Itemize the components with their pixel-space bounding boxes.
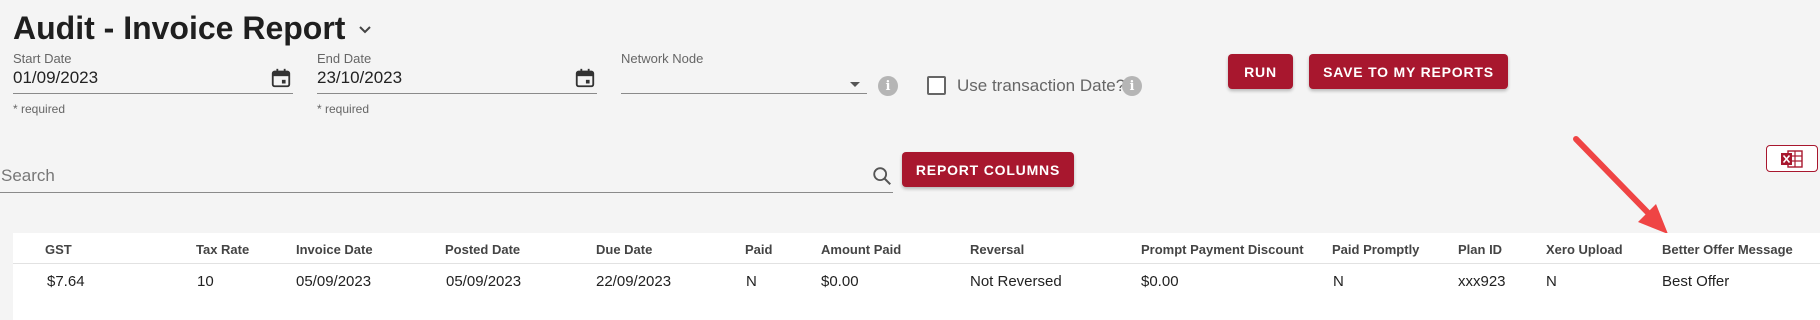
start-date-field[interactable]: Start Date 01/09/2023 * required [13, 51, 293, 121]
end-date-hint: * required [317, 102, 370, 116]
column-header-paid-promptly[interactable]: Paid Promptly [1332, 242, 1419, 257]
end-date-value[interactable]: 23/10/2023 [317, 68, 402, 88]
column-header-posted-date[interactable]: Posted Date [445, 242, 520, 257]
search-input[interactable]: Search [1, 166, 55, 186]
cell-tax-rate: 10 [197, 273, 214, 290]
use-transaction-date-label[interactable]: Use transaction Date? [957, 76, 1125, 96]
dropdown-arrow-icon[interactable] [849, 81, 861, 89]
column-header-prompt-payment-discount[interactable]: Prompt Payment Discount [1141, 242, 1304, 257]
column-header-tax-rate[interactable]: Tax Rate [196, 242, 249, 257]
start-date-label: Start Date [13, 51, 72, 66]
column-header-amount-paid[interactable]: Amount Paid [821, 242, 901, 257]
network-node-underline [621, 93, 867, 94]
start-date-hint: * required [13, 102, 66, 116]
calendar-icon[interactable] [270, 67, 292, 89]
cell-invoice-date: 05/09/2023 [296, 273, 372, 290]
info-icon[interactable]: i [1122, 76, 1142, 96]
cell-due-date: 22/09/2023 [596, 273, 672, 290]
column-header-gst[interactable]: GST [45, 242, 72, 257]
column-header-due-date[interactable]: Due Date [596, 242, 652, 257]
page-title-container[interactable]: Audit - Invoice Report [13, 10, 373, 47]
cell-xero-upload: N [1546, 273, 1557, 290]
use-transaction-date-checkbox[interactable] [927, 76, 946, 95]
annotation-arrow [1573, 136, 1668, 234]
column-header-invoice-date[interactable]: Invoice Date [296, 242, 373, 257]
info-icon[interactable]: i [878, 76, 898, 96]
network-node-label: Network Node [621, 51, 704, 66]
start-date-underline [13, 93, 293, 94]
cell-paid: N [746, 273, 757, 290]
save-to-my-reports-button[interactable]: SAVE TO MY REPORTS [1309, 54, 1508, 89]
cell-gst: $7.64 [47, 273, 85, 290]
cell-paid-promptly: N [1333, 273, 1344, 290]
column-header-xero-upload[interactable]: Xero Upload [1546, 242, 1623, 257]
start-date-value[interactable]: 01/09/2023 [13, 68, 98, 88]
calendar-icon[interactable] [574, 67, 596, 89]
invoice-table: GST Tax Rate Invoice Date Posted Date Du… [13, 233, 1820, 320]
table-header: GST Tax Rate Invoice Date Posted Date Du… [13, 233, 1820, 264]
search-icon[interactable] [871, 165, 893, 187]
report-columns-button[interactable]: REPORT COLUMNS [902, 152, 1074, 187]
search-underline [0, 192, 893, 193]
column-header-plan-id[interactable]: Plan ID [1458, 242, 1502, 257]
cell-amount-paid: $0.00 [821, 273, 859, 290]
page-title: Audit - Invoice Report [13, 10, 346, 46]
run-button[interactable]: RUN [1228, 54, 1293, 89]
excel-export-button[interactable] [1766, 145, 1818, 172]
end-date-field[interactable]: End Date 23/10/2023 * required [317, 51, 597, 121]
cell-plan-id: xxx923 [1458, 273, 1506, 290]
cell-posted-date: 05/09/2023 [446, 273, 522, 290]
network-node-select[interactable]: Network Node [621, 51, 867, 101]
cell-better-offer-message: Best Offer [1662, 273, 1730, 290]
column-header-paid[interactable]: Paid [745, 242, 772, 257]
column-header-reversal[interactable]: Reversal [970, 242, 1024, 257]
end-date-label: End Date [317, 51, 372, 66]
cell-reversal: Not Reversed [970, 273, 1062, 290]
excel-export-icon [1781, 149, 1803, 168]
column-header-better-offer-message[interactable]: Better Offer Message [1662, 242, 1793, 257]
chevron-down-icon[interactable] [357, 21, 373, 37]
end-date-underline [317, 93, 597, 94]
cell-prompt-payment-discount: $0.00 [1141, 273, 1179, 290]
